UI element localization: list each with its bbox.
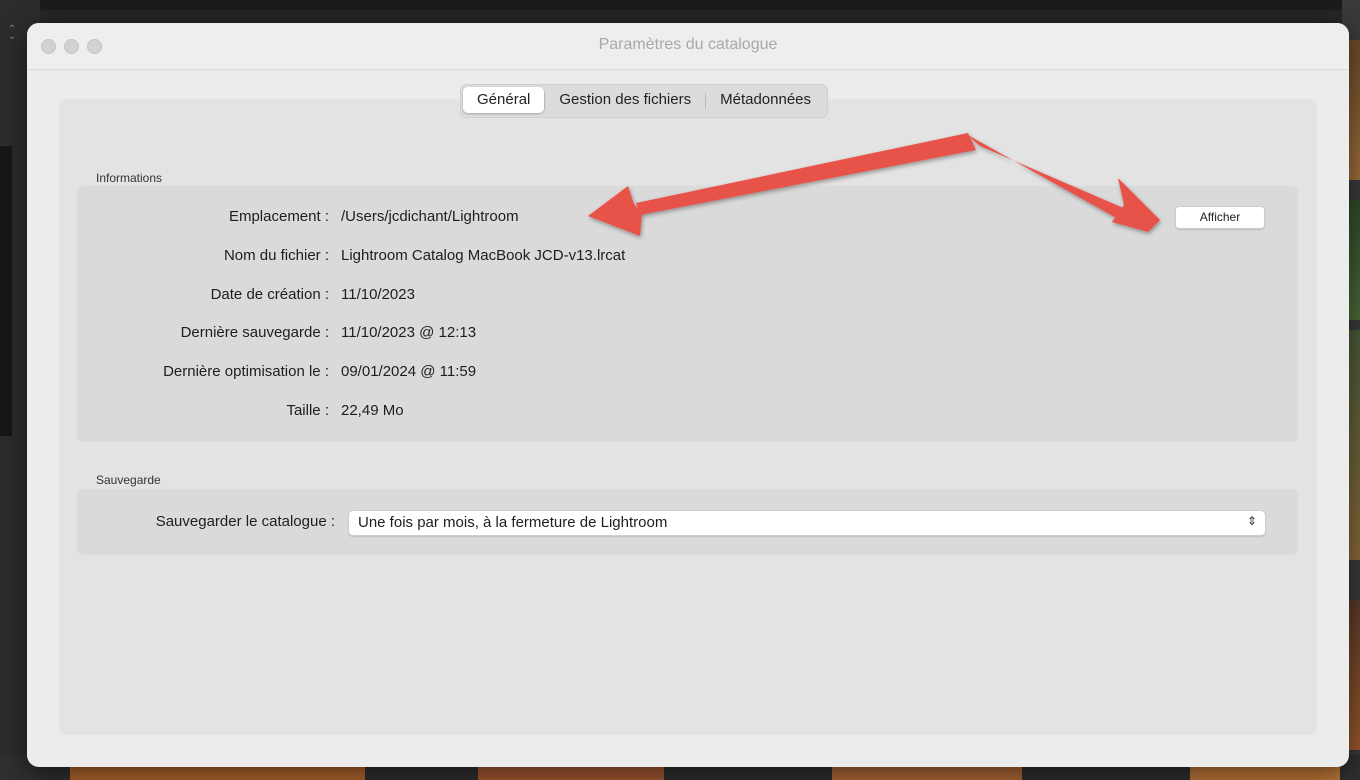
annotation-arrows (588, 133, 1160, 236)
annotation-arrowhead-right (1112, 178, 1160, 232)
annotation-arrowhead-left (588, 186, 642, 236)
annotation-arrow-right (966, 134, 1128, 220)
annotation-arrow-left (636, 133, 976, 215)
